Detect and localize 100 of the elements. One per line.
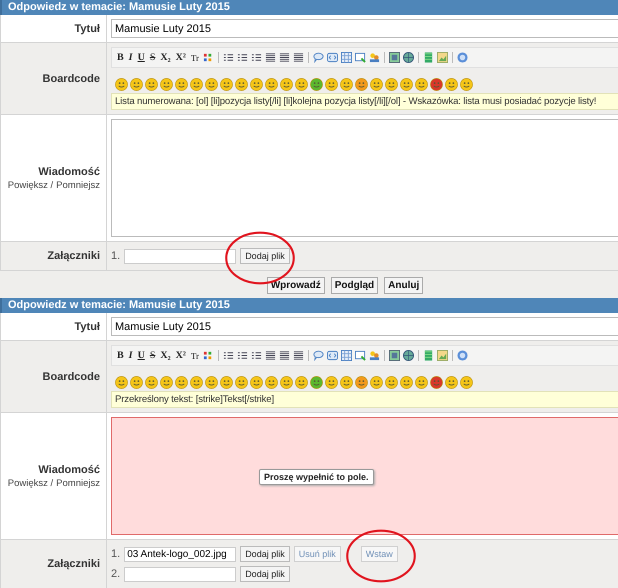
- align-icon[interactable]: [279, 350, 290, 361]
- form-button[interactable]: Podgląd: [330, 277, 378, 294]
- bubble-icon[interactable]: [313, 350, 324, 361]
- smiley-icon[interactable]: [385, 78, 398, 91]
- list-icon[interactable]: [223, 52, 234, 63]
- smiley-icon[interactable]: [385, 376, 398, 389]
- format-button[interactable]: U: [136, 350, 146, 361]
- smiley-icon[interactable]: [145, 78, 158, 91]
- format-button[interactable]: S: [148, 52, 156, 63]
- smiley-icon[interactable]: [265, 376, 278, 389]
- code-icon[interactable]: [327, 52, 338, 63]
- file-button[interactable]: Dodaj plik: [240, 248, 290, 264]
- list-icon[interactable]: [251, 52, 262, 63]
- smiley-icon[interactable]: [325, 376, 338, 389]
- smiley-icon[interactable]: [190, 78, 203, 91]
- globe-icon[interactable]: [403, 52, 414, 63]
- smiley-icon[interactable]: [130, 376, 143, 389]
- form-button[interactable]: Anuluj: [384, 277, 424, 294]
- smiley-icon[interactable]: [235, 376, 248, 389]
- people-icon[interactable]: [369, 350, 380, 361]
- smiley-icon[interactable]: [205, 78, 218, 91]
- align-icon[interactable]: [293, 52, 304, 63]
- smiley-icon[interactable]: [160, 376, 173, 389]
- smiley-icon[interactable]: [280, 78, 293, 91]
- list-icon[interactable]: [237, 52, 248, 63]
- smiley-icon[interactable]: [340, 78, 353, 91]
- smiley-icon[interactable]: [415, 376, 428, 389]
- smiley-icon[interactable]: [430, 78, 443, 91]
- picture-icon[interactable]: [437, 350, 448, 361]
- smiley-icon[interactable]: [220, 376, 233, 389]
- smiley-icon[interactable]: [175, 78, 188, 91]
- file-field[interactable]: [124, 566, 236, 582]
- message-field[interactable]: [111, 119, 618, 237]
- smiley-icon[interactable]: [250, 78, 263, 91]
- smiley-icon[interactable]: [115, 376, 128, 389]
- smiley-icon[interactable]: [445, 78, 458, 91]
- screen-icon[interactable]: [355, 350, 366, 361]
- align-icon[interactable]: [279, 52, 290, 63]
- smiley-icon[interactable]: [430, 376, 443, 389]
- resize-link[interactable]: Pomniejsz: [56, 478, 100, 488]
- title-field[interactable]: Mamusie Luty 2015: [111, 317, 618, 336]
- code-icon[interactable]: [327, 350, 338, 361]
- smiley-icon[interactable]: [400, 376, 413, 389]
- format-button[interactable]: I: [128, 52, 134, 63]
- format-button[interactable]: U: [136, 52, 146, 63]
- format-button[interactable]: I: [128, 350, 134, 361]
- table-icon[interactable]: [341, 350, 352, 361]
- list-icon[interactable]: [251, 350, 262, 361]
- title-field[interactable]: Mamusie Luty 2015: [111, 19, 618, 38]
- smiley-icon[interactable]: [205, 376, 218, 389]
- grid-icon[interactable]: [203, 350, 214, 361]
- smiley-icon[interactable]: [175, 376, 188, 389]
- smiley-icon[interactable]: [370, 376, 383, 389]
- resize-link[interactable]: Powiększ /: [8, 180, 54, 190]
- smiley-icon[interactable]: [460, 376, 473, 389]
- smiley-icon[interactable]: [355, 78, 368, 91]
- smiley-icon[interactable]: [460, 78, 473, 91]
- format-button[interactable]: X²: [174, 350, 187, 361]
- smiley-icon[interactable]: [310, 78, 323, 91]
- format-button[interactable]: B: [116, 52, 125, 63]
- smiley-icon[interactable]: [145, 376, 158, 389]
- smiley-icon[interactable]: [295, 78, 308, 91]
- format-button[interactable]: Tr: [190, 52, 200, 62]
- smiley-icon[interactable]: [265, 78, 278, 91]
- align-icon[interactable]: [265, 52, 276, 63]
- align-icon[interactable]: [293, 350, 304, 361]
- format-button[interactable]: X₂: [159, 52, 172, 63]
- list-icon[interactable]: [223, 350, 234, 361]
- screen-icon[interactable]: [355, 52, 366, 63]
- format-button[interactable]: S: [148, 350, 156, 361]
- smiley-icon[interactable]: [130, 78, 143, 91]
- align-icon[interactable]: [265, 350, 276, 361]
- list-icon[interactable]: [237, 350, 248, 361]
- form-button[interactable]: Wprowadź: [266, 277, 325, 294]
- smiley-icon[interactable]: [235, 78, 248, 91]
- format-button[interactable]: X₂: [159, 350, 172, 361]
- smiley-icon[interactable]: [160, 78, 173, 91]
- table-icon[interactable]: [341, 52, 352, 63]
- smiley-icon[interactable]: [220, 78, 233, 91]
- message-field[interactable]: [111, 417, 618, 535]
- smiley-icon[interactable]: [250, 376, 263, 389]
- grid-icon[interactable]: [203, 52, 214, 63]
- file-field[interactable]: 03 Antek-logo_002.jpg: [124, 546, 236, 562]
- smiley-icon[interactable]: [445, 376, 458, 389]
- smiley-icon[interactable]: [415, 78, 428, 91]
- format-button[interactable]: Tr: [190, 350, 200, 360]
- bubble-icon[interactable]: [313, 52, 324, 63]
- file-button[interactable]: Dodaj plik: [240, 546, 290, 562]
- smiley-icon[interactable]: [190, 376, 203, 389]
- globe-icon[interactable]: [403, 350, 414, 361]
- smiley-icon[interactable]: [325, 78, 338, 91]
- format-button[interactable]: B: [116, 350, 125, 361]
- smiley-icon[interactable]: [310, 376, 323, 389]
- smiley-icon[interactable]: [340, 376, 353, 389]
- smiley-icon[interactable]: [400, 78, 413, 91]
- format-button[interactable]: X²: [174, 52, 187, 63]
- smiley-icon[interactable]: [295, 376, 308, 389]
- people-icon[interactable]: [369, 52, 380, 63]
- smiley-icon[interactable]: [355, 376, 368, 389]
- resize-link[interactable]: Pomniejsz: [56, 180, 100, 190]
